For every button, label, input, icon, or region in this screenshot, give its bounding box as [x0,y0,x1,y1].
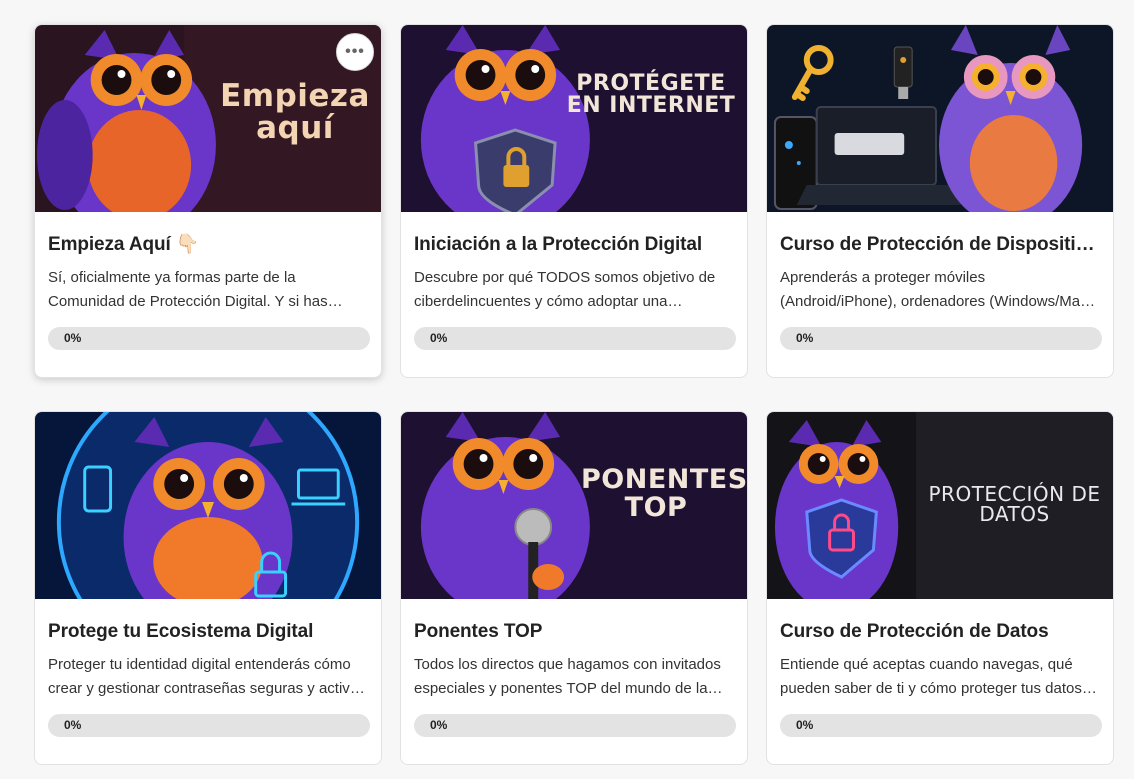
course-title[interactable]: Iniciación a la Protección Digital [414,233,734,257]
course-description: Proteger tu identidad digital entenderás… [48,656,364,697]
course-banner[interactable]: PROTECCIÓN DE DATOS [767,412,1113,599]
course-title[interactable]: Curso de Protección de Dispositivos [780,233,1100,257]
course-card-ecosistema[interactable]: Protege tu Ecosistema Digital Proteger t… [34,411,382,765]
progress-bar: 0% [414,327,736,350]
banner-title: PROTECCIÓN DE DATOS [928,482,1101,527]
progress-label: 0% [430,718,448,732]
owl-devices-illustration [767,25,1113,212]
owl-shield-illustration [401,25,747,212]
course-banner[interactable] [767,25,1113,212]
course-title[interactable]: Protege tu Ecosistema Digital [48,620,368,644]
course-description: Sí, oficialmente ya formas parte de la C… [48,269,328,310]
progress-bar: 0% [780,327,1102,350]
banner-title: PROTÉGETE EN INTERNET [566,71,736,119]
progress-label: 0% [64,718,82,732]
course-card-empieza[interactable]: Empieza aquí ••• Empieza Aquí 👇🏻 Sí, ofi… [34,24,382,378]
progress-bar: 0% [780,714,1102,737]
course-card-dispositivos[interactable]: Curso de Protección de Dispositivos Apre… [766,24,1114,378]
more-horizontal-icon: ••• [345,43,365,60]
owl-ecosystem-illustration [35,412,381,599]
course-card-ponentes[interactable]: PONENTES TOP Ponentes TOP Todos los dire… [400,411,748,765]
progress-bar: 0% [414,714,736,737]
progress-label: 0% [64,331,82,345]
course-title[interactable]: Empieza Aquí 👇🏻 [48,233,368,257]
course-banner[interactable]: PROTÉGETE EN INTERNET [401,25,747,212]
course-description: Aprenderás a proteger móviles (Android/i… [780,269,1093,310]
course-card-datos[interactable]: PROTECCIÓN DE DATOS Curso de Protección … [766,411,1114,765]
progress-bar: 0% [48,327,370,350]
progress-label: 0% [796,718,814,732]
progress-label: 0% [430,331,448,345]
course-description: Entiende qué aceptas cuando navegas, qué… [780,656,1082,697]
banner-title: PONENTES TOP [581,464,747,523]
course-banner[interactable]: Empieza aquí ••• [35,25,381,212]
course-title[interactable]: Ponentes TOP [414,620,734,644]
laptop-icon [796,106,961,205]
banner-title: Empieza aquí [220,78,370,146]
course-banner[interactable]: PONENTES TOP [401,412,747,599]
progress-bar: 0% [48,714,370,737]
course-title[interactable]: Curso de Protección de Datos [780,620,1100,644]
course-card-iniciacion[interactable]: PROTÉGETE EN INTERNET Iniciación a la Pr… [400,24,748,378]
course-banner[interactable] [35,412,381,599]
more-options-button[interactable]: ••• [336,33,374,71]
course-description: Descubre por qué TODOS somos objetivo de… [414,269,716,310]
course-description: Todos los directos que hagamos con invit… [414,656,721,697]
progress-label: 0% [796,331,814,345]
